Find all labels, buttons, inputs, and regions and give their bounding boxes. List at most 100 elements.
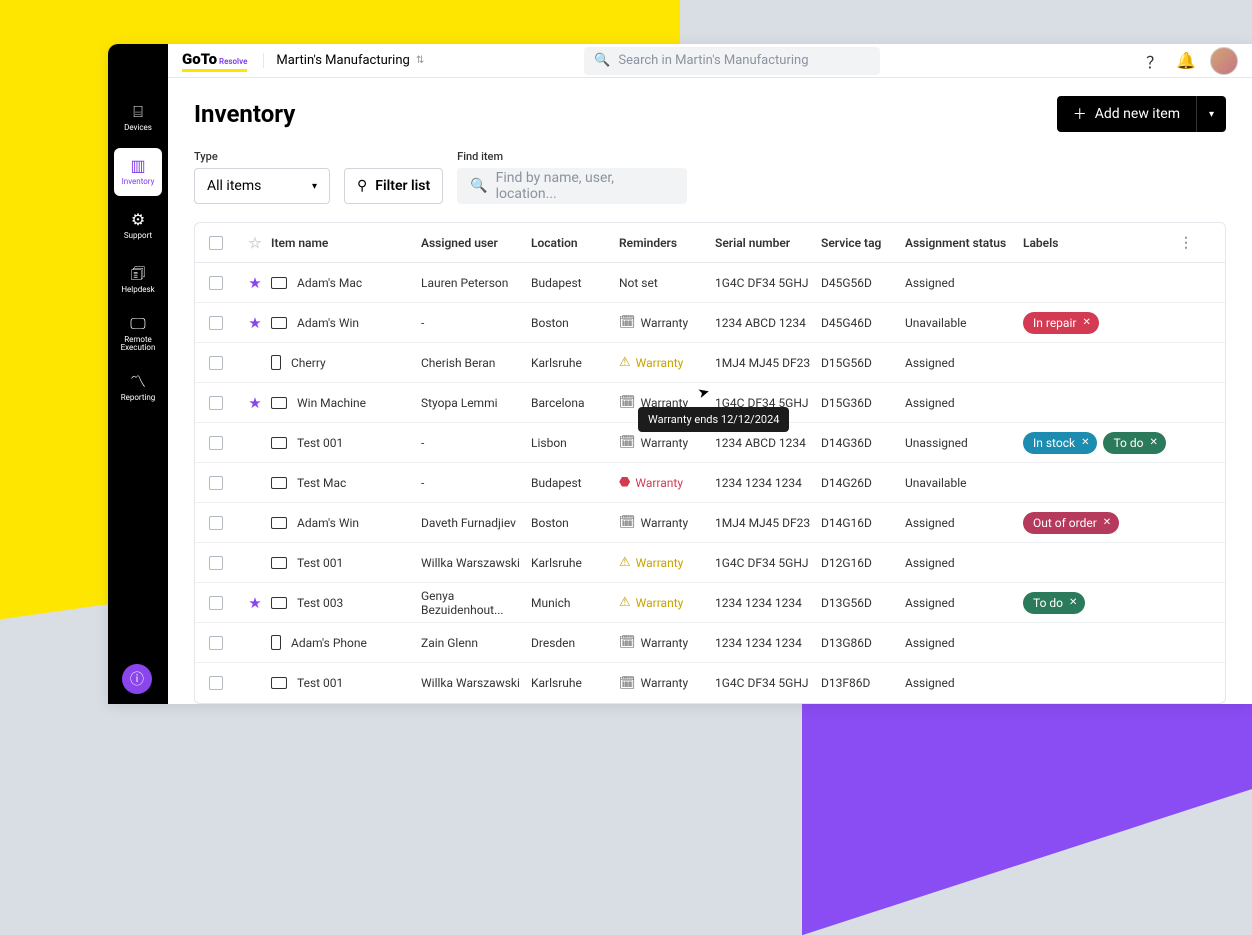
row-checkbox[interactable] [209,356,223,370]
star-header-icon[interactable]: ☆ [239,234,271,252]
col-reminders[interactable]: Reminders [619,236,715,250]
sidebar-item-reporting[interactable]: 〽 Reporting [114,364,162,412]
table-row[interactable]: ★ Test 003 Genya Bezuidenhout... Munich … [195,583,1225,623]
assigned-user: Willka Warszawski [421,556,531,570]
bell-icon[interactable]: 🔔 [1176,51,1196,70]
assigned-user: Cherish Beran [421,356,531,370]
item-name-cell: Test 001 [271,676,421,690]
item-name: Test 001 [297,556,343,570]
col-serial[interactable]: Serial number [715,236,821,250]
close-icon[interactable]: ✕ [1149,437,1157,448]
col-location[interactable]: Location [531,236,619,250]
row-checkbox[interactable] [209,516,223,530]
global-search[interactable]: 🔍 Search in Martin's Manufacturing [584,47,880,75]
service-tag: D13G86D [821,636,905,650]
reminder-cell[interactable]: 🗓Warranty [619,635,715,650]
assignment-status: Assigned [905,556,1023,570]
reminder-cell[interactable]: ⚠Warranty [619,555,715,570]
reminder-cell[interactable]: 🗓Warranty [619,676,715,691]
row-checkbox[interactable] [209,276,223,290]
star-toggle[interactable]: ★ [239,274,271,292]
row-checkbox[interactable] [209,676,223,690]
reminder-cell[interactable]: ⚠Warranty [619,355,715,370]
star-toggle[interactable]: ★ [239,594,271,612]
col-tag[interactable]: Service tag [821,236,905,250]
assignment-status: Assigned [905,636,1023,650]
row-checkbox[interactable] [209,396,223,410]
row-checkbox[interactable] [209,316,223,330]
table-row[interactable]: Adam's Win Daveth Furnadjiev Boston 🗓War… [195,503,1225,543]
type-select[interactable]: All items ▾ [194,168,330,204]
assigned-user: Styopa Lemmi [421,396,531,410]
warranty-tooltip: Warranty ends 12/12/2024 [638,407,789,432]
item-name-cell: Adam's Phone [271,635,421,650]
sidebar-label: Helpdesk [121,286,154,295]
reminder-cell[interactable]: 🗓Warranty [619,435,715,450]
reminder-text: Warranty [641,316,689,330]
col-user[interactable]: Assigned user [421,236,531,250]
col-labels[interactable]: Labels [1023,236,1173,250]
row-checkbox[interactable] [209,436,223,450]
sidebar-item-devices[interactable]: ⌸ Devices [114,94,162,142]
sidebar-item-remote[interactable]: 🖵 Remote Execution [114,310,162,358]
close-icon[interactable]: ✕ [1069,597,1077,608]
sidebar-item-helpdesk[interactable]: 🗊 Helpdesk [114,256,162,304]
location: Boston [531,516,619,530]
table-row[interactable]: ★ Adam's Mac Lauren Peterson Budapest No… [195,263,1225,303]
col-status[interactable]: Assignment status [905,236,1023,250]
select-all-checkbox[interactable] [209,236,223,250]
sidebar-item-support[interactable]: ⚙ Support [114,202,162,250]
tenant-selector[interactable]: Martin's Manufacturing ⇅ [263,53,424,68]
table-row[interactable]: Adam's Phone Zain Glenn Dresden 🗓Warrant… [195,623,1225,663]
labels-cell: In repair✕ [1023,312,1173,334]
search-icon: 🔍 [594,53,610,68]
labels-cell: In stock✕ To do✕ [1023,432,1173,454]
label-pill[interactable]: In repair✕ [1023,312,1099,334]
calendar-icon: 🗓 [619,515,636,530]
close-icon[interactable]: ✕ [1081,437,1089,448]
reminder-cell[interactable]: 🗓Warranty [619,315,715,330]
label-pill[interactable]: Out of order✕ [1023,512,1119,534]
more-columns-icon[interactable]: ⋮ [1173,235,1193,251]
star-toggle[interactable]: ★ [239,394,271,412]
reminder-cell[interactable]: ⬣Warranty [619,475,715,490]
reminder-cell[interactable]: Not set [619,276,715,290]
row-checkbox[interactable] [209,636,223,650]
service-tag: D13G56D [821,596,905,610]
close-icon[interactable]: ✕ [1082,317,1090,328]
avatar[interactable] [1210,47,1238,75]
item-name-cell: Win Machine [271,396,421,410]
table-row[interactable]: Test 001 Willka Warszawski Karlsruhe 🗓Wa… [195,663,1225,703]
service-tag: D14G16D [821,516,905,530]
device-icon [271,677,287,689]
label-pill[interactable]: To do✕ [1023,592,1085,614]
col-item[interactable]: Item name [271,236,421,250]
row-checkbox[interactable] [209,556,223,570]
label-pill[interactable]: To do✕ [1103,432,1165,454]
find-item-input[interactable]: 🔍 Find by name, user, location... [457,168,687,204]
filter-list-button[interactable]: ⚲ Filter list [344,168,443,204]
close-icon[interactable]: ✕ [1103,517,1111,528]
row-checkbox[interactable] [209,476,223,490]
app-window: ⌸ Devices ▥ Inventory ⚙ Support 🗊 Helpde… [108,44,1252,704]
label-pill[interactable]: In stock✕ [1023,432,1097,454]
location: Budapest [531,476,619,490]
assignment-status: Assigned [905,676,1023,690]
table-row[interactable]: Test 001 Willka Warszawski Karlsruhe ⚠Wa… [195,543,1225,583]
help-icon[interactable]: ？ [1146,49,1162,73]
star-toggle[interactable]: ★ [239,314,271,332]
reminder-cell[interactable]: ⚠Warranty [619,595,715,610]
table-row[interactable]: ★ Adam's Win - Boston 🗓Warranty 1234 ABC… [195,303,1225,343]
helpdesk-icon: 🗊 [131,265,146,283]
sidebar-label: Remote Execution [114,336,162,354]
row-checkbox[interactable] [209,596,223,610]
chevron-updown-icon: ⇅ [416,55,424,66]
item-name-cell: Test 003 [271,596,421,610]
table-row[interactable]: Test Mac - Budapest ⬣Warranty 1234 1234 … [195,463,1225,503]
sidebar-item-inventory[interactable]: ▥ Inventory [114,148,162,196]
table-row[interactable]: Cherry Cherish Beran Karlsruhe ⚠Warranty… [195,343,1225,383]
add-new-item-dropdown[interactable]: ▾ [1196,96,1226,132]
add-new-item-button[interactable]: ＋ Add new item [1057,96,1196,132]
reminder-cell[interactable]: 🗓Warranty [619,515,715,530]
help-fab[interactable]: ⓘ [122,664,152,694]
